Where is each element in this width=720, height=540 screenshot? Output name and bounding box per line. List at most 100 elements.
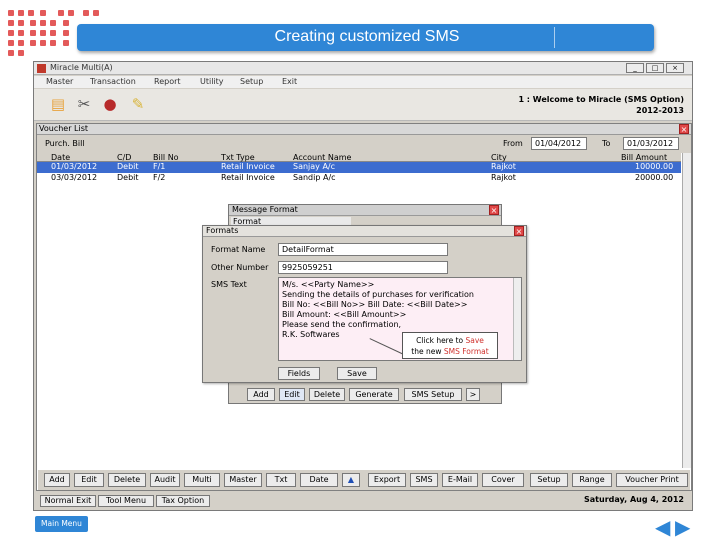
from-date-field[interactable]: 01/04/2012 [531, 137, 587, 150]
save-callout: Click here to Save the new SMS Format [402, 332, 498, 359]
menu-report[interactable]: Report [154, 77, 181, 86]
money-bag-icon[interactable]: ● [100, 94, 120, 114]
action-button-export[interactable]: Export [368, 473, 406, 487]
decorative-dot [30, 30, 36, 36]
tools-icon[interactable]: ✂ [74, 94, 94, 114]
close-icon[interactable]: × [666, 63, 684, 73]
app-icon [37, 64, 46, 73]
sms-line: Bill Amount: <<Bill Amount>> [282, 310, 407, 319]
formats-title-bar: Formats × [203, 226, 526, 237]
voucher-action-bar: Add Edit Delete Audit Multi Master Txt Date Expo… [38, 470, 690, 490]
action-button-master[interactable]: Master [224, 473, 262, 487]
callout-text: the new [411, 347, 444, 356]
format-name-label: Format Name [211, 245, 266, 254]
voucher-list-title: Voucher List [39, 124, 89, 133]
app-window-title: Miracle Multi(A) [50, 63, 113, 72]
add-button[interactable]: Add [247, 388, 275, 401]
cell-date: 03/03/2012 [51, 173, 98, 182]
welcome-line-1: 1 : Welcome to Miracle (SMS Option) [518, 95, 684, 104]
formats-dialog: Formats × Format Name DetailFormat Other… [202, 225, 527, 383]
table-scrollbar[interactable] [682, 153, 691, 468]
maximize-icon[interactable]: □ [646, 63, 664, 73]
voucher-list-close-icon[interactable]: × [679, 124, 689, 134]
cell-bill-amount: 20000.00 [635, 173, 674, 182]
decorative-dot [83, 10, 89, 16]
action-button-e-mail[interactable]: E-Mail [442, 473, 478, 487]
sms-text-label: SMS Text [211, 280, 247, 289]
action-button-sms[interactable]: SMS [410, 473, 438, 487]
menu-setup[interactable]: Setup [240, 77, 263, 86]
tax-option-tab[interactable]: Tax Option [156, 495, 210, 507]
format-name-field[interactable]: DetailFormat [278, 243, 448, 256]
decorative-dot [8, 50, 14, 56]
table-row[interactable]: 03/03/2012 Debit F/2 Retail Invoice Sand… [37, 173, 681, 184]
col-bill-no: Bill No [153, 153, 179, 162]
decorative-dot [8, 30, 14, 36]
formats-title: Formats [206, 226, 239, 235]
decorative-dot [28, 10, 34, 16]
message-format-close-icon[interactable]: × [489, 205, 499, 215]
fields-button[interactable]: Fields [278, 367, 320, 380]
decorative-dot [18, 10, 24, 16]
voucher-table: Date C/D Bill No Txt Type Account Name C… [37, 153, 681, 184]
more-button[interactable]: > [466, 388, 480, 401]
col-bill-amount: Bill Amount [621, 153, 668, 162]
status-bar: Normal Exit Tool Menu Tax Option Saturda… [36, 494, 690, 508]
sms-text-scrollbar[interactable] [513, 278, 521, 360]
minimize-icon[interactable]: _ [626, 63, 644, 73]
decorative-dot [63, 40, 69, 46]
cell-bill-no: F/2 [153, 173, 166, 182]
action-button-audit[interactable]: Audit [150, 473, 180, 487]
filter-label: Purch. Bill [45, 139, 85, 148]
menu-exit[interactable]: Exit [282, 77, 297, 86]
app-title-bar: Miracle Multi(A) _ □ × [34, 62, 692, 75]
title-divider [554, 27, 555, 48]
col-city: City [491, 153, 507, 162]
main-menu-button[interactable]: Main Menu [35, 516, 88, 532]
action-button-cover[interactable]: Cover [482, 473, 524, 487]
action-button-delete[interactable]: Delete [108, 473, 146, 487]
menu-transaction[interactable]: Transaction [90, 77, 136, 86]
action-button-date[interactable]: Date [300, 473, 338, 487]
to-date-field[interactable]: 01/03/2012 [623, 137, 679, 150]
formats-close-icon[interactable]: × [514, 226, 524, 236]
table-row[interactable]: 01/03/2012 Debit F/1 Retail Invoice Sanj… [37, 162, 681, 173]
decorative-dot [18, 20, 24, 26]
action-button-edit[interactable]: Edit [74, 473, 104, 487]
other-number-field[interactable]: 9925059251 [278, 261, 448, 274]
menu-utility[interactable]: Utility [200, 77, 224, 86]
save-button[interactable]: Save [337, 367, 377, 380]
cell-cd: Debit [117, 173, 139, 182]
action-button-setup[interactable]: Setup [530, 473, 568, 487]
previous-arrow-icon[interactable]: ◀ [655, 517, 670, 537]
move-up-icon[interactable]: ▲ [342, 473, 360, 487]
menu-master[interactable]: Master [46, 77, 73, 86]
action-button-range[interactable]: Range [572, 473, 612, 487]
action-button-txt[interactable]: Txt [266, 473, 296, 487]
decorative-dot [40, 20, 46, 26]
tool-menu-tab[interactable]: Tool Menu [98, 495, 154, 507]
decorative-dot [63, 30, 69, 36]
decorative-dot [40, 40, 46, 46]
sms-setup-button[interactable]: SMS Setup [404, 388, 462, 401]
decorative-dot [68, 10, 74, 16]
sms-line: Please send the confirmation, [282, 320, 402, 329]
decorative-dot [18, 50, 24, 56]
edit-button[interactable]: Edit [279, 388, 305, 401]
decorative-dot [8, 40, 14, 46]
next-arrow-icon[interactable]: ▶ [675, 517, 690, 537]
generate-button[interactable]: Generate [349, 388, 399, 401]
slide-title: Creating customized SMS [274, 28, 460, 45]
slide-navigation: ◀ ▶ [655, 517, 697, 537]
new-document-icon[interactable]: ▤ [48, 94, 68, 114]
action-button-add[interactable]: Add [44, 473, 70, 487]
action-button-voucher-print[interactable]: Voucher Print [616, 473, 688, 487]
callout-text: Click here to [416, 336, 466, 345]
decorative-dot [8, 20, 14, 26]
action-button-multi[interactable]: Multi [184, 473, 220, 487]
notes-icon[interactable]: ✎ [128, 94, 148, 114]
cell-bill-amount: 10000.00 [635, 162, 674, 171]
delete-button[interactable]: Delete [309, 388, 345, 401]
status-date: Saturday, Aug 4, 2012 [584, 495, 684, 504]
normal-exit-tab[interactable]: Normal Exit [40, 495, 96, 507]
